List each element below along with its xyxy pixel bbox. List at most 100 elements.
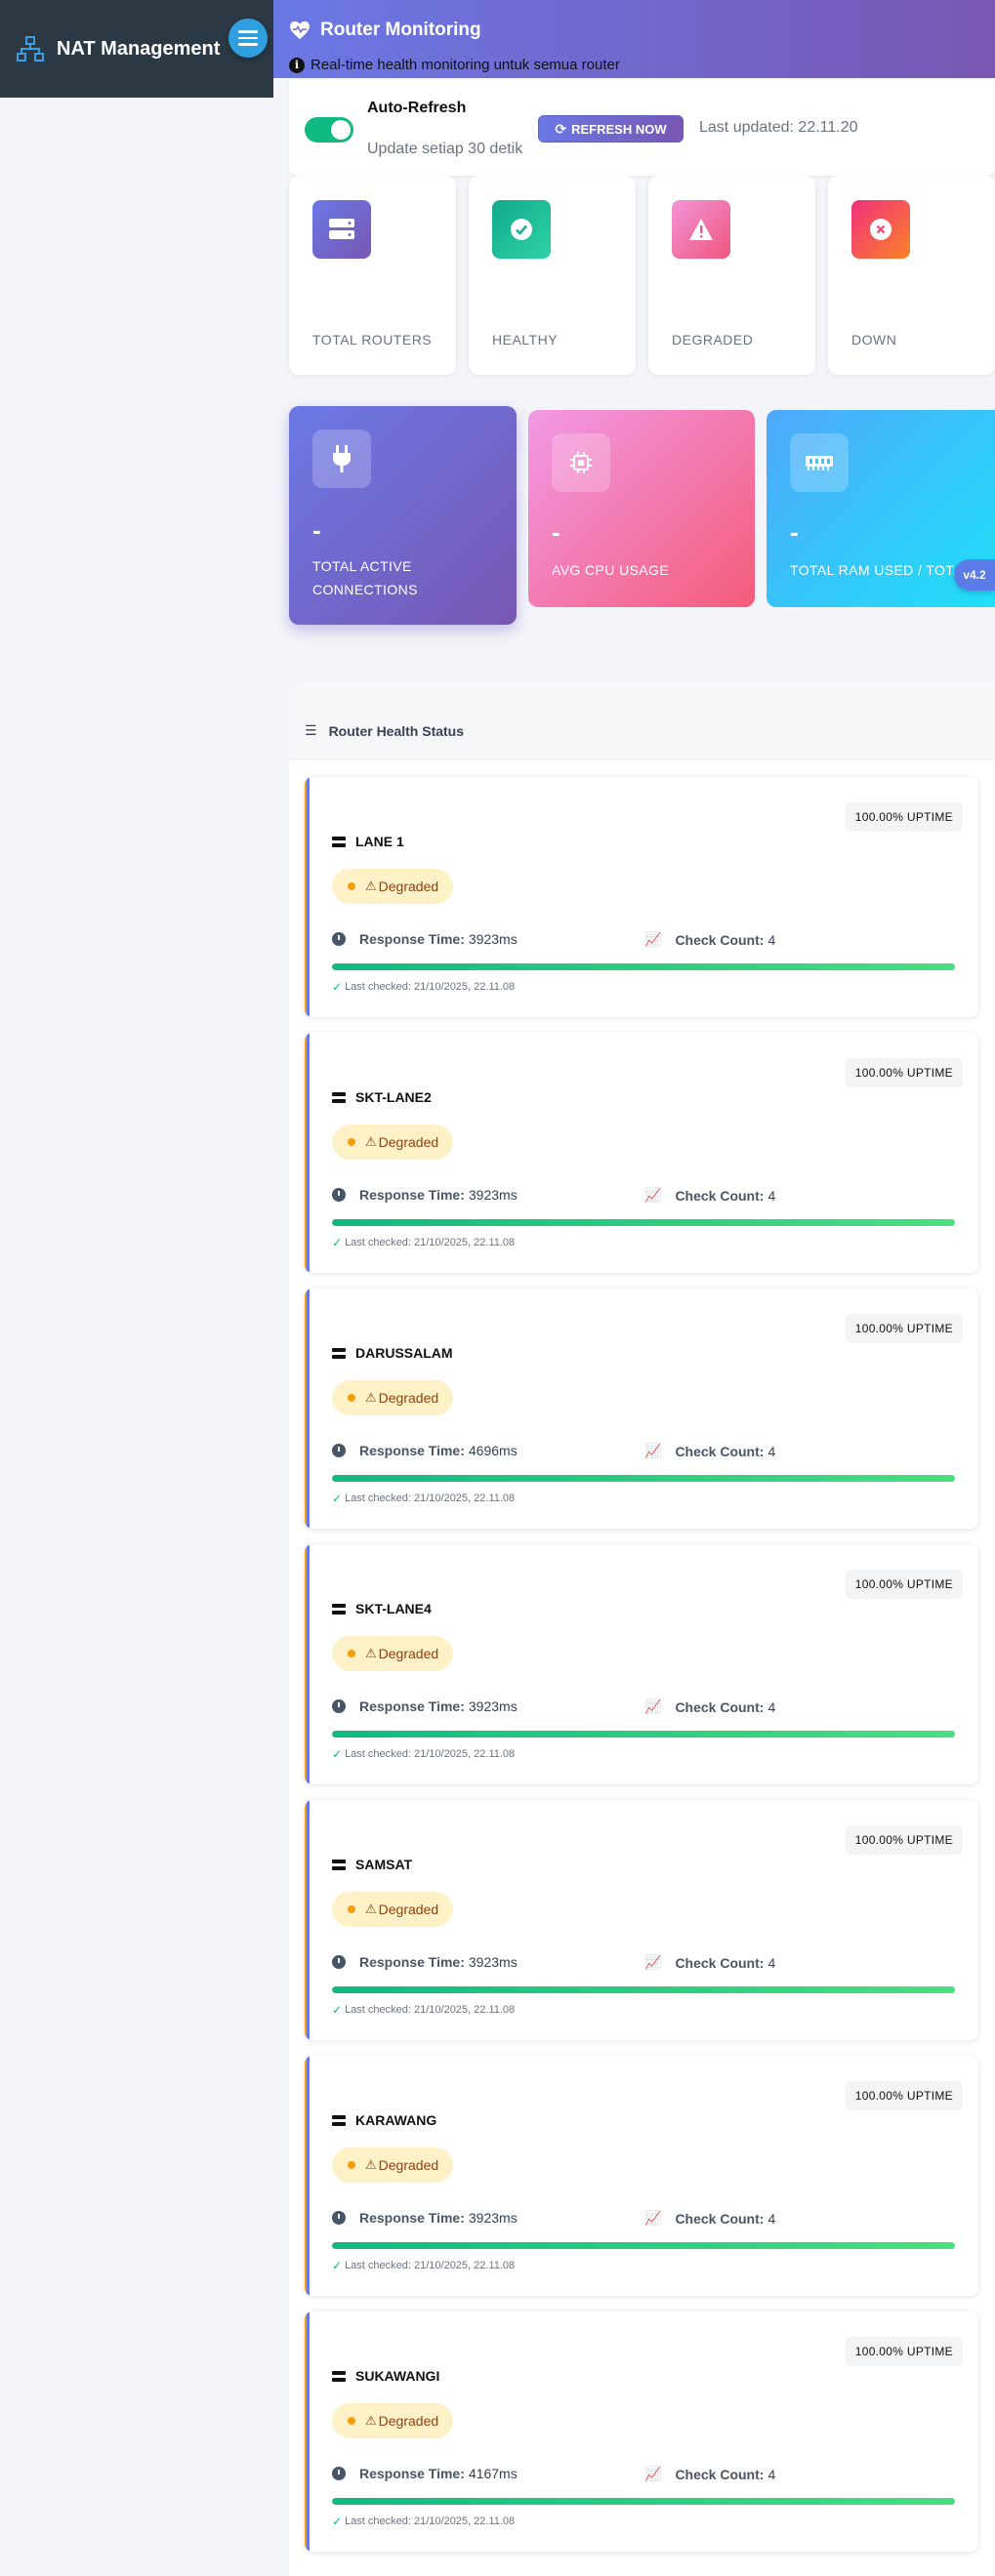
- server-icon: [332, 1347, 346, 1359]
- heart-pulse-icon: [290, 20, 310, 40]
- page-subtitle-text: Real-time health monitoring untuk semua …: [311, 57, 620, 73]
- menu-toggle-button[interactable]: [228, 19, 268, 58]
- metric-card-connections: - TOTAL ACTIVE CONNECTIONS: [289, 406, 517, 625]
- router-card-lane-1[interactable]: 100.00% UPTIME LANE 1 ⚠ Degraded Respons…: [305, 777, 978, 1017]
- status-text: Degraded: [378, 1390, 439, 1406]
- warning-icon: ⚠: [365, 879, 377, 893]
- uptime-progress-bar: [332, 1219, 955, 1226]
- status-text: Degraded: [378, 1134, 439, 1150]
- refresh-now-button[interactable]: ⟳ REFRESH NOW: [538, 115, 684, 143]
- check-count: 📈 Check Count: 4: [644, 1187, 775, 1204]
- router-card-samsat[interactable]: 100.00% UPTIME SAMSAT ⚠ Degraded Respons…: [305, 1800, 978, 2040]
- clock-icon: [332, 1188, 346, 1202]
- router-card-skt-lane4[interactable]: 100.00% UPTIME SKT-LANE4 ⚠ Degraded Resp…: [305, 1544, 978, 1784]
- router-card-karawang[interactable]: 100.00% UPTIME KARAWANG ⚠ Degraded Respo…: [305, 2056, 978, 2296]
- uptime-progress-fill: [332, 1475, 955, 1482]
- x-circle-icon: [851, 200, 910, 259]
- router-card-accent: [305, 2056, 310, 2296]
- status-dot: [348, 2161, 355, 2169]
- uptime-progress-bar: [332, 2498, 955, 2505]
- page-title: Router Monitoring: [289, 20, 979, 41]
- info-icon: i: [289, 57, 305, 73]
- response-time-value: 4696ms: [468, 1443, 518, 1458]
- response-time-value: 4167ms: [468, 2466, 518, 2481]
- router-name: KARAWANG: [332, 2112, 436, 2128]
- check-count-value: 4: [767, 2210, 776, 2227]
- response-time-label: Response Time:: [359, 931, 465, 947]
- response-time-value: 3923ms: [468, 1187, 518, 1203]
- response-time-label: Response Time:: [359, 1698, 465, 1714]
- metric-value: -: [312, 515, 321, 545]
- warning-icon: [672, 200, 730, 259]
- status-badge: ⚠ Degraded: [332, 1380, 453, 1415]
- uptime-progress-fill: [332, 2498, 955, 2505]
- router-card-sukawangi[interactable]: 100.00% UPTIME SUKAWANGI ⚠ Degraded Resp…: [305, 2311, 978, 2552]
- check-icon: ✓: [332, 2003, 343, 2017]
- router-health-panel: ☰ Router Health Status 100.00% UPTIME LA…: [289, 683, 995, 2576]
- check-count: 📈 Check Count: 4: [644, 1954, 775, 1971]
- version-badge[interactable]: v4.2: [954, 559, 995, 591]
- router-health-title-text: Router Health Status: [328, 722, 465, 739]
- check-count: 📈 Check Count: 4: [644, 1443, 775, 1459]
- router-health-header: ☰ Router Health Status: [289, 683, 995, 759]
- check-count-label: Check Count:: [675, 931, 765, 948]
- sync-icon: ⟳: [555, 120, 567, 137]
- router-card-accent: [305, 1800, 310, 2040]
- stat-label: DOWN: [851, 332, 897, 348]
- clock-icon: [332, 932, 346, 946]
- last-checked-text: Last checked: 21/10/2025, 22.11.08: [345, 981, 516, 993]
- uptime-progress-fill: [332, 1986, 955, 1993]
- status-badge: ⚠ Degraded: [332, 1636, 453, 1671]
- refresh-now-label: REFRESH NOW: [571, 121, 667, 137]
- last-checked-text: Last checked: 21/10/2025, 22.11.08: [345, 1237, 516, 1248]
- response-time: Response Time: 3923ms: [332, 1954, 518, 1970]
- check-count-value: 4: [767, 1698, 776, 1715]
- router-name-text: KARAWANG: [355, 2112, 437, 2128]
- warning-icon: ⚠: [365, 1134, 377, 1149]
- list-icon: ☰: [305, 722, 317, 738]
- last-checked: ✓ Last checked: 21/10/2025, 22.11.08: [332, 2259, 515, 2272]
- status-dot: [348, 1650, 355, 1657]
- page-header: Router Monitoring i Real-time health mon…: [273, 0, 995, 78]
- last-updated-text: Last updated: 22.11.20: [699, 119, 858, 136]
- check-count-label: Check Count:: [675, 2210, 765, 2227]
- check-count-label: Check Count:: [675, 1954, 765, 1971]
- check-count-value: 4: [767, 1443, 776, 1459]
- check-count: 📈 Check Count: 4: [644, 1698, 775, 1715]
- check-count: 📈 Check Count: 4: [644, 931, 775, 948]
- uptime-progress-fill: [332, 1219, 955, 1226]
- stat-label: HEALTHY: [492, 332, 559, 348]
- server-icon: [332, 2370, 346, 2382]
- uptime-progress-bar: [332, 1986, 955, 1993]
- status-dot: [348, 1138, 355, 1146]
- router-card-accent: [305, 1544, 310, 1784]
- auto-refresh-subtitle: Update setiap 30 detik: [367, 141, 523, 157]
- status-text: Degraded: [378, 2413, 439, 2429]
- router-name-text: SKT-LANE4: [355, 1601, 432, 1616]
- brand-title[interactable]: NAT Management: [57, 38, 220, 61]
- check-icon: ✓: [332, 980, 343, 994]
- chart-line-icon: 📈: [644, 1443, 662, 1458]
- auto-refresh-toggle[interactable]: [305, 117, 353, 143]
- check-count-label: Check Count:: [675, 1187, 765, 1204]
- warning-icon: ⚠: [365, 1901, 377, 1916]
- check-count-value: 4: [767, 1954, 776, 1971]
- stat-card-degraded: DEGRADED: [648, 176, 815, 375]
- last-checked-text: Last checked: 21/10/2025, 22.11.08: [345, 2515, 516, 2527]
- check-count-value: 4: [767, 2466, 776, 2482]
- warning-icon: ⚠: [365, 1646, 377, 1660]
- metric-label: AVG CPU USAGE: [552, 562, 670, 578]
- metric-value: -: [790, 517, 799, 547]
- status-dot: [348, 1905, 355, 1913]
- metric-value: -: [552, 517, 560, 547]
- router-card-darussalam[interactable]: 100.00% UPTIME DARUSSALAM ⚠ Degraded Res…: [305, 1288, 978, 1529]
- last-checked: ✓ Last checked: 21/10/2025, 22.11.08: [332, 1492, 515, 1505]
- router-name-text: SUKAWANGI: [355, 2368, 440, 2384]
- response-time-value: 3923ms: [468, 2210, 518, 2226]
- router-name: LANE 1: [332, 834, 404, 849]
- router-card-skt-lane2[interactable]: 100.00% UPTIME SKT-LANE2 ⚠ Degraded Resp…: [305, 1033, 978, 1273]
- last-checked: ✓ Last checked: 21/10/2025, 22.11.08: [332, 1236, 515, 1249]
- router-card-accent: [305, 2311, 310, 2552]
- router-name-text: LANE 1: [355, 834, 404, 849]
- last-checked: ✓ Last checked: 21/10/2025, 22.11.08: [332, 2515, 515, 2528]
